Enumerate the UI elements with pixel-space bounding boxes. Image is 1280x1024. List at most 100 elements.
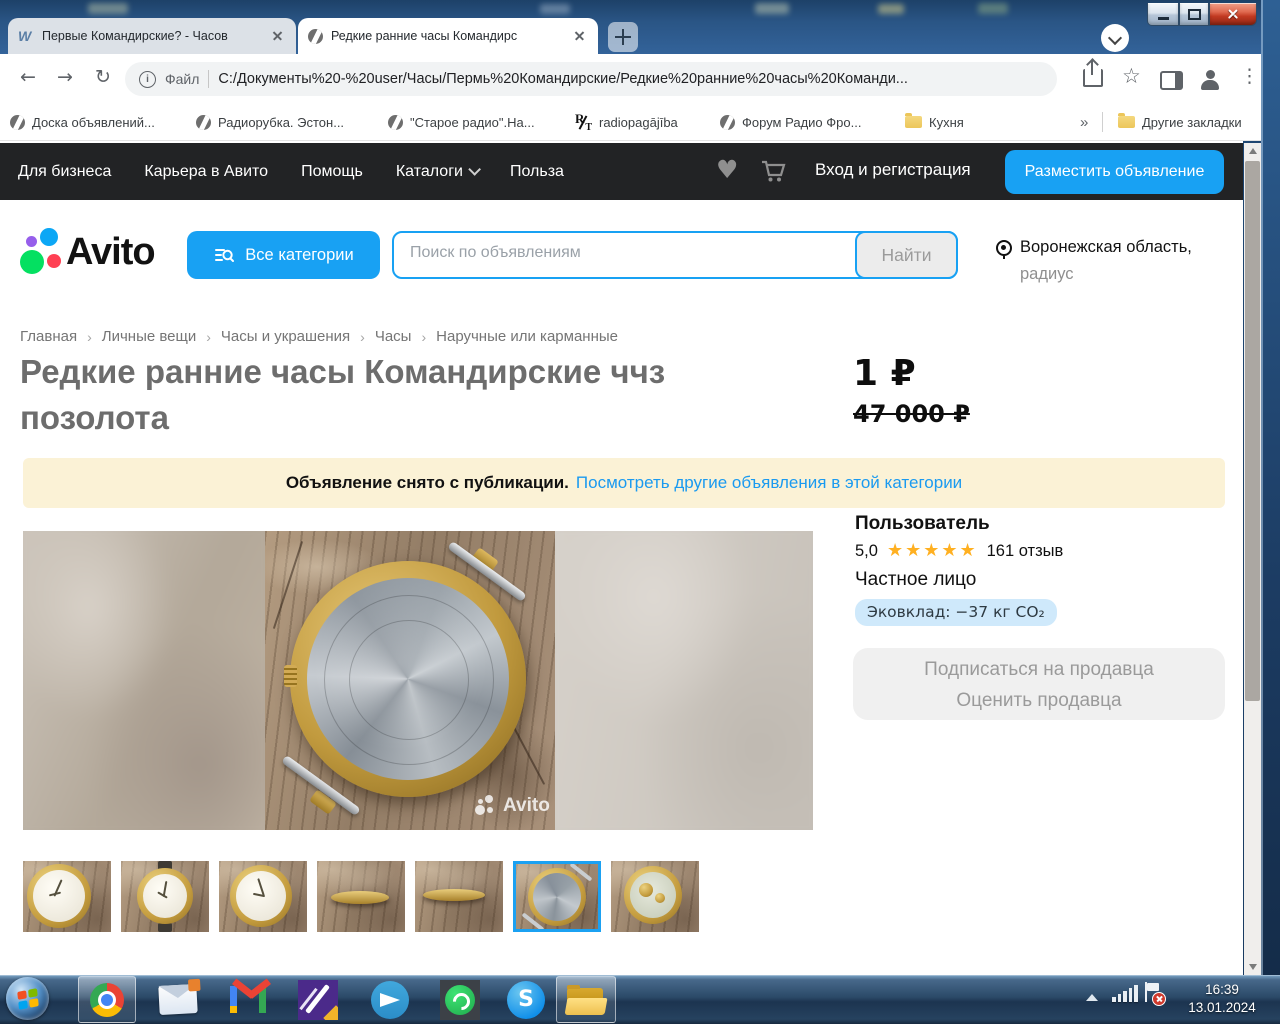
page-scrollbar[interactable] xyxy=(1244,143,1261,975)
crumb-watches-jewelry[interactable]: Часы и украшения xyxy=(221,328,350,345)
nav-catalogs[interactable]: Каталоги xyxy=(396,163,477,181)
tray-show-hidden-icons[interactable] xyxy=(1086,994,1098,1001)
page-viewport: Для бизнеса Карьера в Авито Помощь Катал… xyxy=(0,141,1243,975)
breadcrumb-sep: › xyxy=(421,329,426,345)
seller-actions-panel: Подписаться на продавца Оценить продавца xyxy=(853,648,1225,720)
tab2-close-icon[interactable] xyxy=(572,28,588,44)
seller-header: Пользователь xyxy=(855,513,990,535)
thumbnail-6-selected[interactable] xyxy=(513,861,601,932)
taskbar-mail-button[interactable] xyxy=(152,976,204,1023)
thumbnail-5[interactable] xyxy=(415,861,503,932)
nav-for-business[interactable]: Для бизнеса xyxy=(18,163,111,181)
crumb-wrist-pocket[interactable]: Наручные или карманные xyxy=(436,328,618,345)
removed-notice-link[interactable]: Посмотреть другие объявления в этой кате… xyxy=(576,473,962,493)
bookmark-6[interactable]: Кухня xyxy=(905,110,964,134)
reload-icon[interactable]: ↻ xyxy=(95,66,111,88)
post-ad-button[interactable]: Разместить объявление xyxy=(1005,150,1224,194)
maximize-button[interactable] xyxy=(1179,3,1209,26)
browser-tab-2[interactable]: Редкие ранние часы Командирс xyxy=(298,18,598,54)
rating-reviews[interactable]: 161 отзыв xyxy=(987,542,1064,561)
desktop-blob xyxy=(978,3,1008,14)
desktop-blob xyxy=(88,3,128,14)
nav-help[interactable]: Помощь xyxy=(301,163,363,181)
thumbnail-3[interactable] xyxy=(219,861,307,932)
address-bar[interactable]: i Файл C:/Документы%20-%20user/Часы/Перм… xyxy=(125,62,1057,96)
forward-icon[interactable]: → xyxy=(57,66,73,88)
minimize-button[interactable] xyxy=(1147,3,1179,26)
main-photo[interactable]: Avito xyxy=(23,531,813,830)
thumbnail-7[interactable] xyxy=(611,861,699,932)
bookmarks-overflow-chevron[interactable]: » xyxy=(1080,110,1088,134)
start-button[interactable] xyxy=(6,977,49,1020)
desktop-blob xyxy=(755,3,789,14)
nav-career[interactable]: Карьера в Авито xyxy=(144,163,268,181)
crumb-watches[interactable]: Часы xyxy=(375,328,412,345)
menu-dots-icon[interactable]: ⋮ xyxy=(1240,65,1259,87)
windows-flag-icon xyxy=(17,988,39,1010)
bookmark-star-icon[interactable]: ☆ xyxy=(1122,64,1141,88)
bookmark-5[interactable]: Форум Радио Фро... xyxy=(720,110,861,134)
close-button[interactable] xyxy=(1209,3,1257,26)
removed-notice-banner: Объявление снято с публикации. Посмотрет… xyxy=(23,458,1225,508)
rate-seller-button[interactable]: Оценить продавца xyxy=(853,690,1225,712)
bookmark-label: Форум Радио Фро... xyxy=(742,115,861,130)
search-input[interactable] xyxy=(408,243,832,263)
bookmark-1[interactable]: Доска объявлений... xyxy=(10,110,155,134)
bookmark-3[interactable]: "Старое радио".На... xyxy=(388,110,535,134)
bookmark-2[interactable]: Радиорубка. Эстон... xyxy=(196,110,344,134)
subscribe-seller-button[interactable]: Подписаться на продавца xyxy=(853,659,1225,681)
scrollbar-thumb[interactable] xyxy=(1245,161,1260,701)
taskbar-chrome-button[interactable] xyxy=(78,976,136,1023)
nav-benefit[interactable]: Польза xyxy=(510,163,564,181)
taskbar-explorer-button[interactable] xyxy=(556,976,616,1023)
browser-tab-1[interactable]: W Первые Командирские? - Часов xyxy=(8,18,296,54)
avito-logo-text[interactable]: Avito xyxy=(66,231,155,274)
tray-clock[interactable]: 16:39 13.01.2024 xyxy=(1176,981,1268,1017)
taskbar-writer-button[interactable] xyxy=(292,976,344,1023)
screen: W Первые Командирские? - Часов Редкие ра… xyxy=(0,0,1280,1024)
whatsapp-icon xyxy=(440,980,480,1020)
explorer-folder-icon xyxy=(566,984,606,1015)
new-tab-button[interactable] xyxy=(608,22,638,52)
taskbar-telegram-button[interactable] xyxy=(364,976,416,1023)
old-price: 47 000 ₽ xyxy=(853,400,970,428)
scroll-up-arrow[interactable] xyxy=(1244,143,1261,159)
info-icon[interactable]: i xyxy=(139,71,156,88)
crumb-home[interactable]: Главная xyxy=(20,328,77,345)
price: 1 ₽ xyxy=(853,353,916,394)
eco-badge[interactable]: Эковклад: −37 кг CO₂ xyxy=(855,599,1057,626)
tab1-title: Первые Командирские? - Часов xyxy=(42,29,262,43)
taskbar-gmail-button[interactable] xyxy=(222,976,274,1023)
find-button[interactable]: Найти xyxy=(855,231,958,279)
all-categories-button[interactable]: Все категории xyxy=(187,231,380,279)
network-signal-icon[interactable] xyxy=(1112,985,1138,1002)
tab2-title: Редкие ранние часы Командирс xyxy=(331,29,564,43)
tab-search-chevron-icon[interactable] xyxy=(1101,24,1129,52)
crumb-personal[interactable]: Личные вещи xyxy=(102,328,196,345)
share-icon[interactable] xyxy=(1083,69,1103,87)
scroll-down-arrow[interactable] xyxy=(1244,959,1261,975)
bookmark-4[interactable]: R T radiopagājība xyxy=(575,110,678,134)
taskbar-whatsapp-button[interactable] xyxy=(434,976,486,1023)
taskbar-skype-button[interactable]: S xyxy=(500,976,552,1023)
cart-icon[interactable] xyxy=(760,158,786,189)
login-link[interactable]: Вход и регистрация xyxy=(815,160,971,180)
profile-avatar[interactable] xyxy=(1198,68,1222,92)
location-radius[interactable]: радиус xyxy=(1020,265,1074,284)
location-region[interactable]: Воронежская область, xyxy=(1020,238,1192,257)
folder-icon xyxy=(1118,116,1135,128)
thumbnail-4[interactable] xyxy=(317,861,405,932)
taskbar: S 16:39 13.01.2024 xyxy=(0,975,1280,1024)
avito-logo-icon[interactable] xyxy=(20,228,68,280)
gmail-icon xyxy=(230,986,266,1013)
side-panel-icon[interactable] xyxy=(1160,71,1183,90)
action-center-flag-icon[interactable] xyxy=(1143,982,1163,1004)
avito-watermark-dots-icon xyxy=(475,795,497,817)
tab1-close-icon[interactable] xyxy=(270,28,286,44)
thumbnail-2[interactable] xyxy=(121,861,209,932)
seller-rating[interactable]: 5,0 ★★★★★ 161 отзыв xyxy=(855,542,1063,561)
other-bookmarks[interactable]: Другие закладки xyxy=(1118,110,1242,134)
thumbnail-1[interactable] xyxy=(23,861,111,932)
favorites-heart-icon[interactable]: ♥ xyxy=(716,155,738,184)
back-icon[interactable]: ← xyxy=(20,66,36,88)
